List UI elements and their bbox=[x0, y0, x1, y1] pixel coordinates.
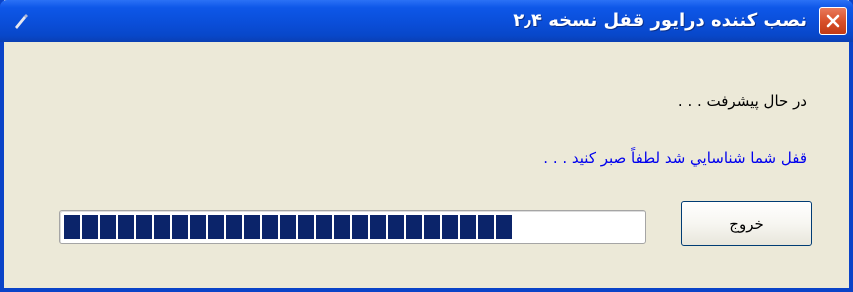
window-title: نصب کننده درایور قفل نسخه ۲٫۴ bbox=[513, 10, 807, 31]
progress-block bbox=[352, 215, 368, 239]
progress-block bbox=[280, 215, 296, 239]
progress-block bbox=[460, 215, 476, 239]
progress-block bbox=[262, 215, 278, 239]
status-label: در حال پیشرفت . . . bbox=[677, 92, 807, 110]
progress-block bbox=[136, 215, 152, 239]
progress-block bbox=[442, 215, 458, 239]
progress-block bbox=[118, 215, 134, 239]
progress-bar bbox=[59, 210, 646, 244]
progress-block bbox=[388, 215, 404, 239]
progress-block bbox=[316, 215, 332, 239]
progress-block bbox=[244, 215, 260, 239]
installer-window: نصب کننده درایور قفل نسخه ۲٫۴ در حال پیش… bbox=[0, 0, 853, 292]
progress-block bbox=[82, 215, 98, 239]
progress-block bbox=[424, 215, 440, 239]
exit-button[interactable]: خروج bbox=[681, 201, 812, 246]
progress-block bbox=[172, 215, 188, 239]
progress-block bbox=[190, 215, 206, 239]
title-bar[interactable]: نصب کننده درایور قفل نسخه ۲٫۴ bbox=[0, 0, 853, 42]
progress-block bbox=[154, 215, 170, 239]
setup-icon bbox=[12, 12, 30, 30]
message-label: قفل شما شناسايي شد لطفاً صبر کنيد . . . bbox=[543, 149, 807, 167]
progress-block bbox=[406, 215, 422, 239]
progress-block bbox=[478, 215, 494, 239]
progress-block bbox=[100, 215, 116, 239]
close-icon bbox=[826, 14, 840, 28]
progress-block bbox=[496, 215, 512, 239]
progress-block bbox=[298, 215, 314, 239]
progress-block bbox=[208, 215, 224, 239]
progress-block bbox=[370, 215, 386, 239]
progress-block bbox=[64, 215, 80, 239]
progress-block bbox=[334, 215, 350, 239]
progress-block bbox=[226, 215, 242, 239]
progress-fill bbox=[64, 215, 512, 239]
close-button[interactable] bbox=[819, 7, 847, 35]
